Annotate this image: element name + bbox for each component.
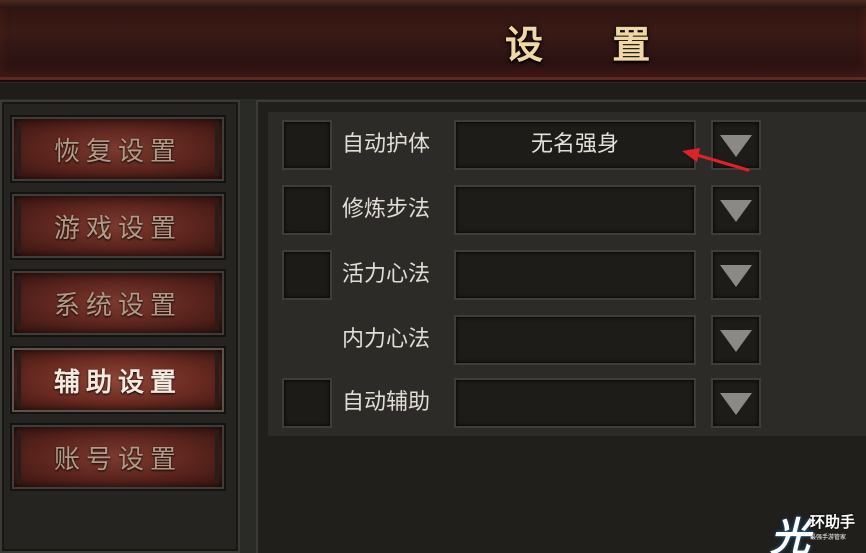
auto-assist-dropdown-button[interactable] — [711, 378, 761, 428]
auto-assist-checkbox[interactable] — [282, 378, 332, 428]
header-divider — [0, 83, 866, 99]
triangle-down-icon — [720, 135, 752, 157]
vitality-method-checkbox[interactable] — [282, 250, 332, 300]
internal-method-select[interactable] — [454, 315, 696, 365]
watermark-logo: 光 环助手 最强手游管家 — [768, 505, 864, 553]
train-step-checkbox[interactable] — [282, 185, 332, 235]
triangle-down-icon — [720, 200, 752, 222]
sidebar-item-restore-settings[interactable]: 恢复设置 — [10, 115, 226, 183]
triangle-down-icon — [720, 393, 752, 415]
sidebar-item-label: 账号设置 — [53, 444, 182, 475]
auto-protect-select[interactable]: 无名强身 — [454, 120, 696, 170]
sidebar-item-label: 恢复设置 — [53, 136, 182, 167]
sidebar-item-game-settings[interactable]: 游戏设置 — [10, 192, 226, 260]
triangle-down-icon — [720, 330, 752, 352]
train-step-select[interactable] — [454, 185, 696, 235]
sidebar-item-account-settings[interactable]: 账号设置 — [10, 423, 226, 491]
sidebar-item-label: 游戏设置 — [53, 213, 182, 244]
watermark-subtitle: 最强手游管家 — [810, 534, 847, 541]
sidebar-item-label: 系统设置 — [53, 290, 182, 321]
triangle-down-icon — [720, 265, 752, 287]
auto-protect-checkbox[interactable] — [282, 120, 332, 170]
vitality-method-select[interactable] — [454, 250, 696, 300]
train-step-label: 修炼步法 — [342, 197, 431, 222]
sidebar-item-assist-settings[interactable]: 辅助设置 — [10, 346, 226, 414]
auto-assist-select[interactable] — [454, 378, 696, 428]
auto-protect-dropdown-button[interactable] — [711, 120, 761, 170]
page-title: 设 置 — [505, 22, 679, 67]
watermark-name: 环助手 — [810, 513, 856, 531]
sidebar-item-label: 辅助设置 — [53, 367, 182, 398]
auto-protect-label: 自动护体 — [342, 132, 431, 157]
internal-method-label: 内力心法 — [342, 327, 431, 352]
vitality-method-label: 活力心法 — [342, 262, 431, 287]
vitality-method-dropdown-button[interactable] — [711, 250, 761, 300]
title-bar: 设 置 — [0, 0, 866, 80]
auto-assist-label: 自动辅助 — [342, 390, 431, 415]
watermark-glyph: 光 — [770, 515, 810, 553]
train-step-dropdown-button[interactable] — [711, 185, 761, 235]
internal-method-dropdown-button[interactable] — [711, 315, 761, 365]
sidebar-item-system-settings[interactable]: 系统设置 — [10, 269, 226, 337]
